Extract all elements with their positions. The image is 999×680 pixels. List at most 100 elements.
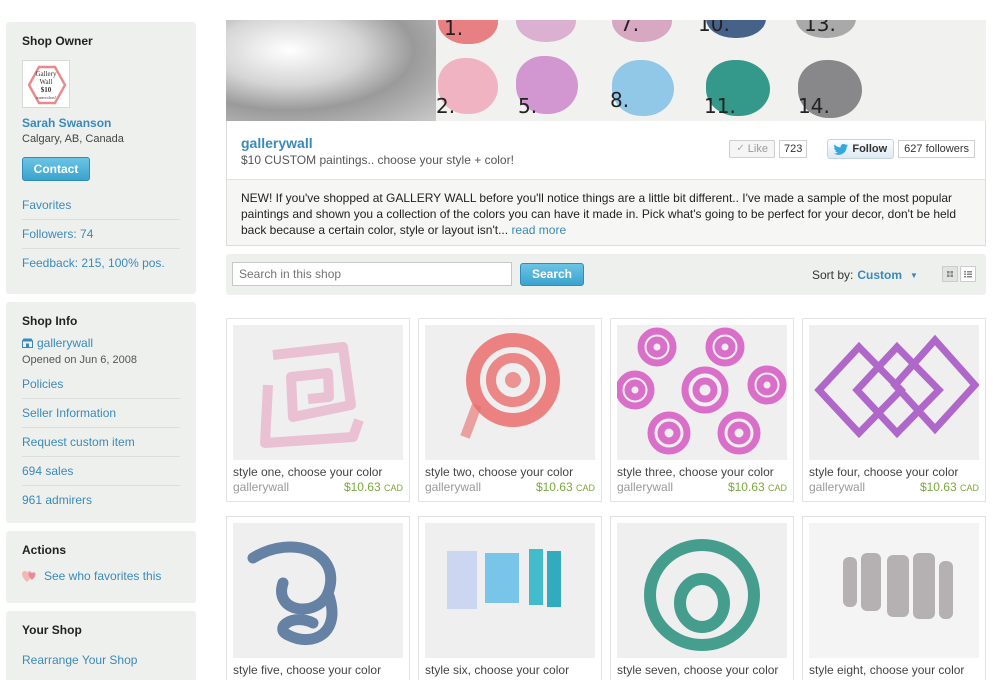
followers-link[interactable]: Followers: 74 bbox=[22, 227, 93, 241]
seller-information-link[interactable]: Seller Information bbox=[22, 406, 116, 420]
policies-item: Policies bbox=[22, 370, 180, 398]
feedback-link[interactable]: Feedback: 215, 100% pos. bbox=[22, 256, 165, 270]
shop-description: NEW! If you've shopped at GALLERY WALL b… bbox=[227, 179, 985, 245]
listing-thumbnail[interactable] bbox=[809, 325, 979, 460]
twitter-follow-button[interactable]: Follow bbox=[827, 139, 895, 159]
listing-price: $10.63 CAD bbox=[344, 480, 403, 494]
read-more-link[interactable]: read more bbox=[511, 223, 566, 237]
listing-card[interactable]: style seven, choose your color bbox=[610, 516, 794, 680]
check-icon: ✓ bbox=[736, 143, 745, 154]
listing-card[interactable]: style five, choose your color bbox=[226, 516, 410, 680]
shop-tagline: $10 CUSTOM paintings.. choose your style… bbox=[241, 153, 514, 167]
listing-seller[interactable]: gallerywall bbox=[425, 480, 481, 494]
logo-text-1: Gallery bbox=[35, 70, 57, 78]
logo-text-4: watercolors! bbox=[36, 95, 56, 100]
shop-title-link[interactable]: gallerywall bbox=[241, 135, 313, 151]
listing-card[interactable]: style eight, choose your color bbox=[802, 516, 986, 680]
swatch-number-2: 2. bbox=[436, 94, 456, 118]
actions-panel: Actions See who favorites this bbox=[6, 531, 196, 603]
hearts-icon bbox=[22, 570, 36, 582]
logo-text-2: Wall bbox=[39, 78, 53, 86]
listing-price: $10.63 CAD bbox=[728, 480, 787, 494]
favorites-link[interactable]: Favorites bbox=[22, 198, 71, 212]
owner-links: Favorites Followers: 74 Feedback: 215, 1… bbox=[22, 191, 180, 277]
swatch-number-14: 14. bbox=[798, 94, 830, 118]
listing-seller[interactable]: gallerywall bbox=[233, 480, 289, 494]
listing-title[interactable]: style one, choose your color bbox=[233, 465, 403, 479]
grid-icon bbox=[947, 271, 953, 277]
shop-header: gallerywall $10 CUSTOM paintings.. choos… bbox=[226, 121, 986, 246]
listing-title[interactable]: style five, choose your color bbox=[233, 663, 403, 677]
listing-title[interactable]: style eight, choose your color bbox=[809, 663, 979, 677]
owner-name-link[interactable]: Sarah Swanson bbox=[22, 116, 180, 130]
request-custom-link[interactable]: Request custom item bbox=[22, 435, 135, 449]
banner-marble bbox=[226, 20, 436, 121]
listing-title[interactable]: style four, choose your color bbox=[809, 465, 979, 479]
listing-thumbnail[interactable] bbox=[233, 523, 403, 658]
caret-down-icon[interactable]: ▼ bbox=[910, 271, 918, 280]
social-buttons: ✓ Like 723 Follow 627 followers bbox=[729, 139, 975, 159]
listing-title[interactable]: style seven, choose your color bbox=[617, 663, 787, 677]
listing-thumbnail[interactable] bbox=[425, 523, 595, 658]
listing-thumbnail[interactable] bbox=[233, 325, 403, 460]
listing-thumbnail[interactable] bbox=[617, 523, 787, 658]
contact-button[interactable]: Contact bbox=[22, 157, 90, 181]
listing-title[interactable]: style three, choose your color bbox=[617, 465, 787, 479]
your-shop-heading: Your Shop bbox=[22, 623, 82, 637]
policies-link[interactable]: Policies bbox=[22, 377, 63, 391]
sort-control: Sort by: Custom ▼ bbox=[812, 268, 918, 282]
listing-meta: gallerywall $10.63 CAD bbox=[809, 480, 979, 494]
twitter-bird-icon bbox=[834, 143, 849, 155]
listing-card[interactable]: style two, choose your color gallerywall… bbox=[418, 318, 602, 502]
listing-card[interactable]: style one, choose your color gallerywall… bbox=[226, 318, 410, 502]
shop-name-row[interactable]: gallerywall bbox=[22, 336, 180, 350]
painting-loops bbox=[233, 523, 403, 658]
owner-location: Calgary, AB, Canada bbox=[22, 133, 124, 145]
painting-rose-swirl bbox=[425, 325, 595, 460]
listing-title[interactable]: style two, choose your color bbox=[425, 465, 595, 479]
shop-name-link[interactable]: gallerywall bbox=[37, 336, 93, 350]
price-currency: CAD bbox=[383, 483, 403, 493]
like-button[interactable]: ✓ Like bbox=[729, 140, 775, 158]
listing-seller[interactable]: gallerywall bbox=[617, 480, 673, 494]
listing-card[interactable]: style six, choose your color bbox=[418, 516, 602, 680]
sort-label: Sort by: bbox=[812, 268, 854, 282]
price-value: $10.63 bbox=[343, 480, 381, 494]
shop-description-text: NEW! If you've shopped at GALLERY WALL b… bbox=[241, 191, 957, 237]
price-currency: CAD bbox=[959, 483, 979, 493]
listing-price: $10.63 CAD bbox=[536, 480, 595, 494]
list-view-button[interactable] bbox=[960, 266, 976, 282]
sort-dropdown[interactable]: Custom bbox=[857, 268, 902, 282]
shop-search-bar: Search Sort by: Custom ▼ bbox=[226, 254, 986, 295]
swatch-number-8: 8. bbox=[610, 88, 630, 112]
sales-item: 694 sales bbox=[22, 456, 180, 485]
admirers-item: 961 admirers bbox=[22, 485, 180, 514]
see-favorites-row[interactable]: See who favorites this bbox=[22, 569, 180, 583]
listing-thumbnail[interactable] bbox=[425, 325, 595, 460]
grid-view-button[interactable] bbox=[942, 266, 958, 282]
price-value: $10.63 bbox=[535, 480, 573, 494]
swatch-number-5: 5. bbox=[518, 94, 538, 118]
see-who-favorites-link[interactable]: See who favorites this bbox=[44, 569, 161, 583]
seller-info-item: Seller Information bbox=[22, 398, 180, 427]
swatch-number-1: 1. bbox=[444, 20, 464, 40]
listing-thumbnail[interactable] bbox=[809, 523, 979, 658]
painting-swirl-square bbox=[233, 325, 403, 460]
search-button[interactable]: Search bbox=[520, 263, 584, 286]
sales-link[interactable]: 694 sales bbox=[22, 464, 73, 478]
rearrange-shop-link[interactable]: Rearrange Your Shop bbox=[22, 653, 180, 667]
price-currency: CAD bbox=[767, 483, 787, 493]
shop-owner-panel: Shop Owner Gallery Wall $10 watercolors!… bbox=[6, 22, 196, 294]
listing-card[interactable]: style three, choose your color gallerywa… bbox=[610, 318, 794, 502]
listing-seller[interactable]: gallerywall bbox=[809, 480, 865, 494]
listing-title[interactable]: style six, choose your color bbox=[425, 663, 595, 677]
listing-thumbnail[interactable] bbox=[617, 325, 787, 460]
listing-meta: gallerywall $10.63 CAD bbox=[233, 480, 403, 494]
swatch-number-11: 11. bbox=[704, 94, 736, 118]
owner-avatar[interactable]: Gallery Wall $10 watercolors! bbox=[22, 60, 70, 108]
feedback-item: Feedback: 215, 100% pos. bbox=[22, 248, 180, 277]
list-icon bbox=[964, 271, 972, 278]
listing-card[interactable]: style four, choose your color gallerywal… bbox=[802, 318, 986, 502]
admirers-link[interactable]: 961 admirers bbox=[22, 493, 92, 507]
shop-search-input[interactable] bbox=[232, 262, 512, 286]
